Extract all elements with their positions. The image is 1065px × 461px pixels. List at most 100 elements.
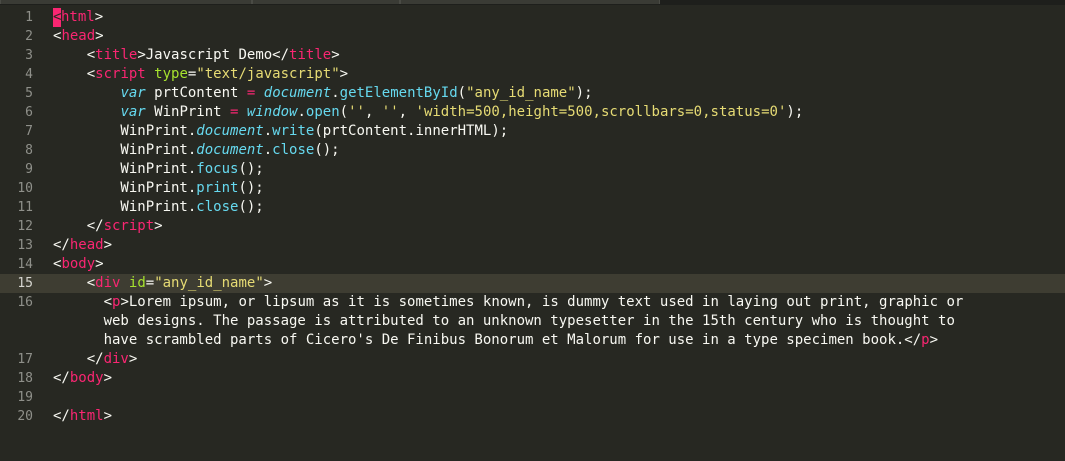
code-line[interactable]: WinPrint.close(); bbox=[53, 198, 264, 217]
code-line[interactable]: have scrambled parts of Cicero's De Fini… bbox=[53, 331, 938, 350]
line-number: 7 bbox=[25, 124, 33, 139]
code-token: (); bbox=[314, 142, 340, 158]
line-number: 4 bbox=[25, 67, 33, 82]
code-line[interactable]: <p>Lorem ipsum, or lipsum as it is somet… bbox=[53, 293, 964, 312]
code-token: div bbox=[95, 275, 121, 291]
tab-3[interactable] bbox=[400, 0, 660, 4]
code-token: html bbox=[69, 408, 104, 424]
code-token: head bbox=[61, 28, 96, 44]
line-number: 15 bbox=[17, 276, 33, 291]
text-cursor: < bbox=[53, 8, 62, 27]
code-token: print bbox=[196, 180, 239, 196]
code-line[interactable]: <html> bbox=[53, 8, 103, 27]
code-token: body bbox=[69, 370, 104, 386]
line-number: 2 bbox=[25, 29, 33, 44]
code-line[interactable]: <div id="any_id_name"> bbox=[53, 274, 273, 293]
code-line[interactable]: web designs. The passage is attributed t… bbox=[53, 312, 955, 331]
code-token: script bbox=[95, 66, 146, 82]
code-token: ); bbox=[786, 104, 804, 120]
code-line[interactable]: <body> bbox=[53, 255, 104, 274]
code-token: var bbox=[120, 85, 146, 101]
code-token: > bbox=[339, 66, 349, 82]
code-token: < bbox=[53, 47, 96, 63]
code-token: close bbox=[272, 142, 315, 158]
code-token: > bbox=[154, 218, 163, 234]
code-line[interactable]: <title>Javascript Demo</title> bbox=[53, 46, 340, 65]
code-token: , bbox=[398, 104, 416, 120]
tab-2[interactable] bbox=[252, 0, 400, 4]
code-line[interactable]: <script type="text/javascript"> bbox=[53, 65, 348, 84]
code-token: > bbox=[103, 408, 113, 424]
code-line[interactable]: WinPrint.document.close(); bbox=[53, 141, 340, 160]
code-token: . bbox=[263, 123, 273, 139]
code-token: document bbox=[196, 123, 264, 139]
code-token: , bbox=[364, 104, 382, 120]
line-number: 9 bbox=[25, 162, 33, 177]
code-token: 'width=500,height=500,scrollbars=0,statu… bbox=[415, 104, 787, 120]
code-line[interactable]: </div> bbox=[53, 350, 138, 369]
code-token: > bbox=[103, 370, 113, 386]
code-token: < bbox=[53, 275, 96, 291]
code-token: < bbox=[53, 294, 113, 310]
code-token: (); bbox=[238, 199, 264, 215]
code-token: . bbox=[331, 85, 340, 101]
code-token: </ bbox=[53, 408, 70, 424]
code-token: focus bbox=[196, 161, 239, 177]
code-token: ); bbox=[575, 85, 593, 101]
line-number: 16 bbox=[17, 295, 33, 310]
code-token: script bbox=[103, 218, 155, 234]
code-line[interactable]: </html> bbox=[53, 407, 112, 426]
line-number: 13 bbox=[17, 238, 33, 253]
code-token: (prtContent.innerHTML); bbox=[314, 123, 509, 139]
code-token: html bbox=[61, 9, 95, 25]
code-line[interactable]: var WinPrint = window.open('', '', 'widt… bbox=[53, 103, 803, 122]
code-token: WinPrint. bbox=[53, 142, 197, 158]
code-token: p bbox=[921, 332, 930, 348]
code-line[interactable]: WinPrint.print(); bbox=[53, 179, 264, 198]
line-number: 5 bbox=[25, 86, 33, 101]
code-token: title bbox=[95, 47, 138, 63]
code-token: WinPrint. bbox=[53, 123, 197, 139]
code-token: </ bbox=[53, 370, 70, 386]
code-token: (); bbox=[238, 180, 264, 196]
code-token: . bbox=[297, 104, 306, 120]
code-token: body bbox=[61, 256, 96, 272]
code-editor[interactable]: 1 2 3 4 5 6 7 8 9 10 11 12 13 14 15 16 17 18 19 20 <html> <h… bbox=[0, 5, 1065, 461]
code-token: open bbox=[305, 104, 340, 120]
code-line[interactable]: WinPrint.focus(); bbox=[53, 160, 263, 179]
code-token: > bbox=[103, 237, 113, 253]
code-token: web designs. The passage is attributed t… bbox=[53, 313, 955, 329]
code-token: < bbox=[53, 66, 96, 82]
code-token: >Javascript Demo</ bbox=[137, 47, 290, 63]
code-line[interactable]: WinPrint.document.write(prtContent.inner… bbox=[53, 122, 508, 141]
code-token: window bbox=[246, 104, 298, 120]
code-token: > bbox=[95, 28, 104, 44]
code-line[interactable]: </head> bbox=[53, 236, 112, 255]
code-line[interactable]: </script> bbox=[53, 217, 163, 236]
line-number: 19 bbox=[17, 390, 33, 405]
line-number: 12 bbox=[17, 219, 33, 234]
code-line[interactable]: var prtContent = document.getElementById… bbox=[53, 84, 593, 103]
line-number: 6 bbox=[25, 105, 33, 120]
tab-1[interactable] bbox=[0, 0, 252, 4]
code-token: > bbox=[128, 351, 138, 367]
line-number: 11 bbox=[17, 200, 33, 215]
line-number: 10 bbox=[17, 181, 33, 196]
code-token: var bbox=[120, 104, 146, 120]
code-line[interactable]: </body> bbox=[53, 369, 112, 388]
code-token: have scrambled parts of Cicero's De Fini… bbox=[53, 332, 922, 348]
code-token: write bbox=[272, 123, 315, 139]
code-token: '' bbox=[348, 104, 365, 120]
code-line[interactable]: <head> bbox=[53, 27, 104, 46]
line-number-gutter: 1 2 3 4 5 6 7 8 9 10 11 12 13 14 15 16 17 18 19 20 bbox=[0, 5, 48, 461]
code-token: type bbox=[154, 66, 188, 82]
line-number: 1 bbox=[25, 10, 33, 25]
code-token: > bbox=[263, 275, 273, 291]
line-number: 8 bbox=[25, 143, 33, 158]
code-token: = bbox=[145, 275, 155, 291]
code-token: "text/javascript" bbox=[196, 66, 340, 82]
